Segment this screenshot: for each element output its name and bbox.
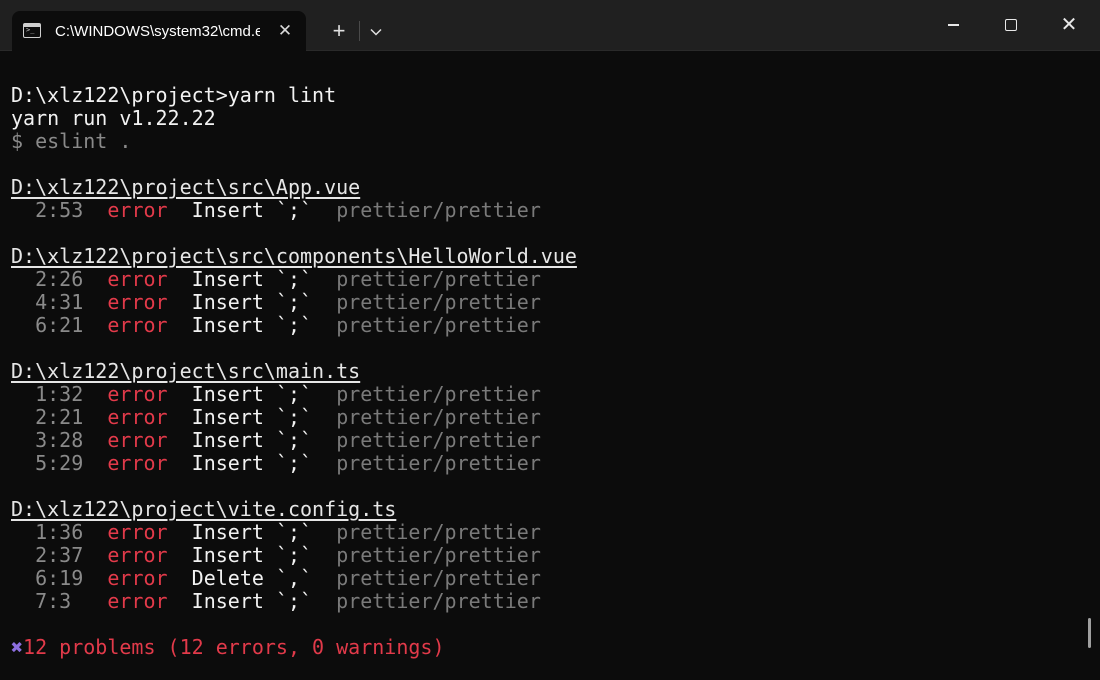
- yarn-version-line: yarn run v1.22.22: [11, 106, 216, 130]
- problem-row: 7:3 error Insert `;` prettier/prettier: [35, 589, 541, 613]
- problem-row: 6:21 error Insert `;` prettier/prettier: [35, 313, 541, 337]
- title-bar: C:\WINDOWS\system32\cmd.e ✕ + ✕: [0, 0, 1100, 51]
- minimize-icon: [947, 24, 959, 26]
- tab-close-button[interactable]: ✕: [274, 20, 296, 42]
- terminal-output[interactable]: D:\xlz122\project>yarn lint yarn run v1.…: [0, 52, 1100, 680]
- maximize-icon: [1005, 18, 1017, 31]
- tab-dropdown-button[interactable]: [362, 16, 390, 46]
- file-path: D:\xlz122\project\vite.config.ts: [11, 497, 397, 521]
- minimize-button[interactable]: [930, 6, 976, 44]
- problem-row: 2:21 error Insert `;` prettier/prettier: [35, 405, 541, 429]
- problem-row: 5:29 error Insert `;` prettier/prettier: [35, 451, 541, 475]
- summary-line: ✖12 problems (12 errors, 0 warnings): [11, 636, 444, 659]
- error-cross-icon: ✖: [11, 635, 24, 659]
- maximize-button[interactable]: [988, 6, 1034, 44]
- tab-title: C:\WINDOWS\system32\cmd.e: [55, 23, 260, 40]
- tab-cmd[interactable]: C:\WINDOWS\system32\cmd.e ✕: [12, 11, 306, 51]
- close-icon: ✕: [1060, 14, 1078, 36]
- problem-row: 3:28 error Insert `;` prettier/prettier: [35, 428, 541, 452]
- prompt-line: D:\xlz122\project>yarn lint: [11, 83, 337, 107]
- tab-divider: [359, 21, 360, 41]
- problem-row: 2:53 error Insert `;` prettier/prettier: [35, 198, 541, 222]
- file-path: D:\xlz122\project\src\components\HelloWo…: [11, 244, 577, 268]
- close-button[interactable]: ✕: [1046, 6, 1092, 44]
- file-path: D:\xlz122\project\src\App.vue: [11, 175, 361, 199]
- summary-text: 12 problems (12 errors, 0 warnings): [23, 635, 445, 659]
- new-tab-button[interactable]: +: [322, 14, 356, 48]
- problem-row: 1:36 error Insert `;` prettier/prettier: [35, 520, 541, 544]
- problem-row: 2:37 error Insert `;` prettier/prettier: [35, 543, 541, 567]
- problem-row: 2:26 error Insert `;` prettier/prettier: [35, 267, 541, 291]
- problem-row: 4:31 error Insert `;` prettier/prettier: [35, 290, 541, 314]
- scrollbar-thumb[interactable]: [1088, 618, 1091, 648]
- file-path: D:\xlz122\project\src\main.ts: [11, 359, 361, 383]
- chevron-down-icon: [370, 29, 382, 36]
- command-line: $ eslint .: [11, 129, 132, 153]
- problem-row: 6:19 error Delete `,` prettier/prettier: [35, 566, 541, 590]
- terminal-icon: [23, 23, 41, 38]
- problem-row: 1:32 error Insert `;` prettier/prettier: [35, 382, 541, 406]
